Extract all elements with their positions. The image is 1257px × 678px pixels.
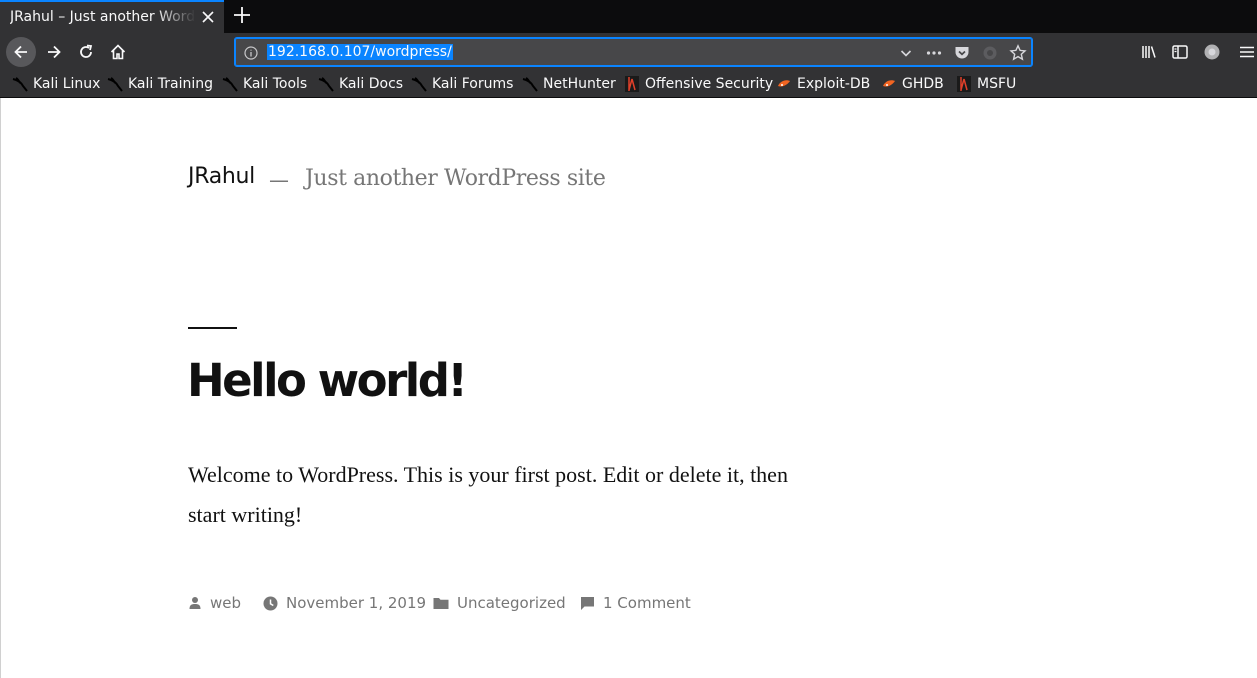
bookmark-star-icon[interactable] — [1009, 44, 1027, 62]
comment-icon — [581, 596, 594, 610]
url-bar[interactable]: 192.168.0.107/wordpress/ — [234, 37, 1033, 67]
title-accent-line — [188, 327, 237, 329]
sidebar-icon — [1172, 45, 1188, 59]
sidebar-button[interactable] — [1165, 37, 1195, 67]
post-content: Welcome to WordPress. This is your first… — [188, 462, 788, 527]
library-icon — [1142, 46, 1156, 58]
post-date-text[interactable]: November 1, 2019 — [286, 594, 426, 612]
site-title[interactable]: JRahul — [188, 164, 255, 189]
clock-icon — [263, 596, 278, 610]
folder-icon — [433, 598, 449, 609]
tab-title: JRahul – Just another WordPress site — [10, 9, 196, 25]
bookmark-msfu[interactable]: MSFU — [956, 74, 1016, 94]
navigation-toolbar: 192.168.0.107/wordpress/ — [0, 33, 1257, 71]
exploitdb-icon — [776, 76, 792, 92]
chevron-down-icon[interactable] — [897, 44, 915, 62]
kali-dragon-icon — [411, 76, 427, 92]
bookmark-offensive-security[interactable]: Offensive Security — [624, 74, 773, 94]
post-category-text[interactable]: Uncategorized — [457, 594, 566, 612]
reload-button[interactable] — [71, 37, 101, 67]
url-text[interactable]: 192.168.0.107/wordpress/ — [267, 44, 453, 61]
offsec-icon — [956, 76, 972, 92]
post-author[interactable]: web — [188, 592, 241, 614]
bookmark-exploit-db[interactable]: Exploit-DB — [776, 74, 870, 94]
kali-dragon-icon — [222, 76, 238, 92]
new-tab-icon[interactable] — [230, 3, 254, 27]
web-page: JRahul — Just another WordPress site Hel… — [0, 98, 1257, 678]
back-button[interactable] — [6, 37, 36, 67]
library-button[interactable] — [1134, 37, 1164, 67]
bookmark-kali-linux[interactable]: Kali Linux — [12, 74, 100, 94]
bookmark-kali-training[interactable]: Kali Training — [107, 74, 213, 94]
post-title[interactable]: Hello world! — [187, 354, 468, 407]
kali-dragon-icon — [318, 76, 334, 92]
post-author-name[interactable]: web — [210, 594, 241, 612]
page-actions-icon[interactable] — [925, 44, 943, 62]
bookmark-ghdb[interactable]: GHDB — [881, 74, 944, 94]
bookmark-kali-forums[interactable]: Kali Forums — [411, 74, 513, 94]
post-category[interactable]: Uncategorized — [433, 592, 566, 614]
forward-arrow-icon — [48, 45, 61, 59]
reload-icon — [80, 44, 93, 58]
back-arrow-icon — [14, 45, 27, 59]
tab-active[interactable]: JRahul – Just another WordPress site — [0, 0, 224, 33]
account-icon — [1204, 44, 1220, 60]
kali-dragon-icon — [12, 76, 28, 92]
author-icon — [189, 597, 201, 609]
bookmark-kali-tools[interactable]: Kali Tools — [222, 74, 307, 94]
post-comments[interactable]: 1 Comment — [580, 592, 691, 614]
bookmarks-toolbar: Kali Linux Kali Training Kali Tools Kali… — [0, 71, 1257, 98]
home-button[interactable] — [103, 37, 133, 67]
offsec-icon — [624, 76, 640, 92]
bookmark-kali-docs[interactable]: Kali Docs — [318, 74, 403, 94]
forward-button[interactable] — [39, 37, 69, 67]
site-description: Just another WordPress site — [305, 166, 606, 191]
info-icon[interactable] — [242, 44, 260, 62]
close-tab-icon[interactable] — [199, 8, 217, 26]
kali-dragon-icon — [522, 76, 538, 92]
home-icon — [110, 44, 126, 60]
bookmark-nethunter[interactable]: NetHunter — [522, 74, 616, 94]
post-date[interactable]: November 1, 2019 — [263, 592, 426, 614]
hamburger-menu-icon — [1239, 46, 1254, 58]
kali-dragon-icon — [107, 76, 123, 92]
exploitdb-icon — [881, 76, 897, 92]
post-comments-text[interactable]: 1 Comment — [603, 594, 691, 612]
tab-strip: JRahul – Just another WordPress site — [0, 0, 1257, 33]
account-button[interactable] — [1197, 37, 1227, 67]
site-title-separator: — — [269, 168, 289, 192]
menu-button[interactable] — [1236, 37, 1257, 67]
tracking-protection-icon[interactable] — [981, 44, 999, 62]
pocket-icon[interactable] — [953, 44, 971, 62]
